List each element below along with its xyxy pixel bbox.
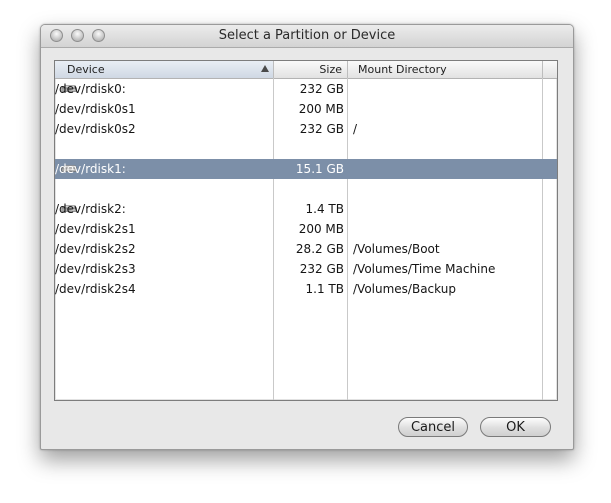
cell-device: /dev/rdisk0s1 [55,102,136,116]
column-header-size[interactable]: Size [274,61,348,78]
device-table[interactable]: Device Size Mount Directory /dev/rdisk0:… [54,60,558,401]
table-header: Device Size Mount Directory [55,61,557,79]
cell-device: /dev/rdisk2s3 [55,262,136,276]
cell-mount: / [353,122,358,136]
cell-size: 232 GB [299,262,344,276]
cancel-button[interactable]: Cancel [398,417,468,437]
cell-size: 28.2 GB [295,242,344,256]
table-row[interactable]: /dev/rdisk2: 1.4 TB [55,199,557,219]
cell-mount [353,139,543,159]
cell-mount [353,219,543,239]
table-row[interactable]: /dev/rdisk2s2 28.2 GB/Volumes/Boot [55,239,557,259]
column-header-device[interactable]: Device [55,61,274,78]
column-header-mount-directory[interactable]: Mount Directory [348,61,543,78]
cell-mount: /Volumes/Boot [353,242,440,256]
cell-device: /dev/rdisk0s2 [55,122,136,136]
table-body: /dev/rdisk0: 232 GB/dev/rdisk0s1 200 MB/de… [55,79,557,299]
sort-ascending-icon [261,65,269,72]
title-bar[interactable]: Select a Partition or Device [41,25,573,48]
window-title: Select a Partition or Device [218,28,396,43]
cell-mount [353,159,543,179]
ok-button[interactable]: OK [480,417,551,437]
table-row-spacer [55,139,557,159]
cell-device: /dev/rdisk0: [55,82,126,96]
cell-device: /dev/rdisk2: [55,202,126,216]
table-row[interactable]: /dev/rdisk0: 232 GB [55,79,557,99]
table-row[interactable]: /dev/rdisk1: 15.1 GB [55,159,557,179]
cell-device: /dev/rdisk2s2 [55,242,136,256]
table-row[interactable]: /dev/rdisk0s2 232 GB / [55,119,557,139]
cell-device: /dev/rdisk2s1 [55,222,136,236]
table-row[interactable]: /dev/rdisk2s3 232 GB/Volumes/Time Machine [55,259,557,279]
cell-size: 232 GB [299,122,344,136]
column-header-filler [543,61,557,78]
cell-mount: /Volumes/Time Machine [353,262,496,276]
cell-mount: /Volumes/Backup [353,282,456,296]
dialog-window: Select a Partition or Device Device Size… [40,24,574,450]
table-row[interactable]: /dev/rdisk2s1 200 MB [55,219,557,239]
cell-size: 1.4 TB [305,202,344,216]
cell-mount [353,79,543,99]
cell-size [274,179,344,199]
cell-device: /dev/rdisk1: [55,162,126,176]
cell-device: /dev/rdisk2s4 [55,282,136,296]
cell-mount [353,99,543,119]
cell-mount [353,179,543,199]
table-row[interactable]: /dev/rdisk2s4 1.1 TB/Volumes/Backup [55,279,557,299]
cell-size: 200 MB [298,222,344,236]
cell-size: 200 MB [298,102,344,116]
cell-size: 232 GB [299,82,344,96]
table-row[interactable]: /dev/rdisk0s1 200 MB [55,99,557,119]
cell-size: 1.1 TB [305,282,344,296]
table-row-spacer [55,179,557,199]
cell-size: 15.1 GB [295,162,344,176]
column-header-device-label: Device [67,63,105,76]
cell-size [274,139,344,159]
cell-mount [353,199,543,219]
